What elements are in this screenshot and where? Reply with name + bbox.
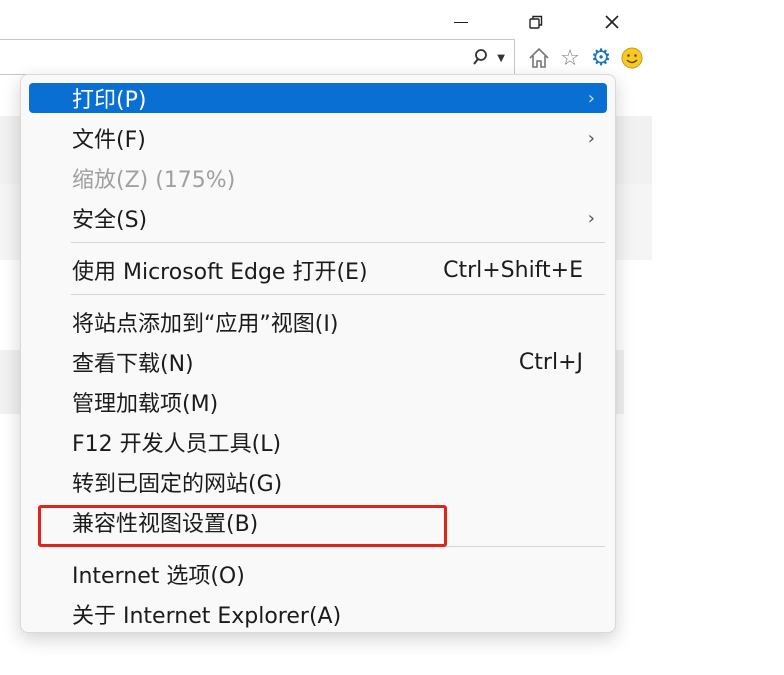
menu-item-shortcut: Ctrl+Shift+E [443, 257, 583, 283]
menu-item-label: 文件(F) [72, 128, 146, 153]
menu-item-open-in-edge[interactable]: 使用 Microsoft Edge 打开(E) Ctrl+Shift+E [29, 253, 607, 287]
menu-item-security[interactable]: 安全(S) › [29, 201, 607, 235]
search-icon[interactable] [472, 48, 490, 71]
feedback-smiley-icon[interactable] [619, 45, 645, 71]
annotation-highlight-box [38, 505, 447, 547]
menu-item-internet-options[interactable]: Internet 选项(O) [29, 557, 607, 591]
menu-item-label: Internet 选项(O) [72, 564, 245, 589]
chevron-right-icon: › [587, 127, 595, 149]
restore-icon [529, 15, 543, 29]
menu-item-label: 查看下载(N) [72, 352, 194, 377]
menu-item-label: 管理加载项(M) [72, 392, 219, 417]
menu-item-file[interactable]: 文件(F) › [29, 121, 607, 155]
menu-item-print[interactable]: 打印(P) › [29, 83, 607, 113]
close-icon [605, 15, 619, 29]
menu-item-label: 打印(P) [72, 88, 147, 113]
menu-separator [71, 294, 605, 295]
favorites-star-icon[interactable]: ☆ [557, 45, 583, 71]
menu-item-label: 关于 Internet Explorer(A) [72, 604, 342, 629]
menu-item-view-downloads[interactable]: 查看下载(N) Ctrl+J [29, 345, 607, 379]
address-bar[interactable]: ▼ [0, 39, 515, 75]
chevron-right-icon: › [587, 87, 595, 109]
menu-item-label: F12 开发人员工具(L) [72, 432, 282, 457]
menu-item-label: 将站点添加到“应用”视图(I) [72, 312, 339, 337]
menu-item-manage-addons[interactable]: 管理加载项(M) [29, 385, 607, 419]
menu-item-add-to-apps[interactable]: 将站点添加到“应用”视图(I) [29, 305, 607, 339]
close-button[interactable] [592, 8, 632, 36]
menu-separator [71, 242, 605, 243]
tools-menu: 打印(P) › 文件(F) › 缩放(Z) (175%) 安全(S) › 使用 … [20, 74, 616, 633]
menu-item-dev-tools[interactable]: F12 开发人员工具(L) [29, 425, 607, 459]
menu-item-label: 缩放(Z) (175%) [72, 168, 236, 193]
chevron-down-icon[interactable]: ▼ [497, 53, 505, 64]
menu-item-label: 转到已固定的网站(G) [72, 472, 283, 497]
menu-item-label: 安全(S) [72, 208, 148, 233]
minimize-button[interactable] [441, 8, 481, 36]
menu-item-about-ie[interactable]: 关于 Internet Explorer(A) [29, 597, 607, 631]
home-icon[interactable] [526, 45, 552, 71]
menu-item-pinned-sites[interactable]: 转到已固定的网站(G) [29, 465, 607, 499]
restore-button[interactable] [516, 8, 556, 36]
menu-item-zoom: 缩放(Z) (175%) [29, 161, 607, 195]
menu-item-label: 使用 Microsoft Edge 打开(E) [72, 260, 368, 285]
tools-gear-icon[interactable]: ⚙ [588, 45, 614, 71]
menu-item-shortcut: Ctrl+J [518, 349, 583, 375]
chevron-right-icon: › [587, 207, 595, 229]
